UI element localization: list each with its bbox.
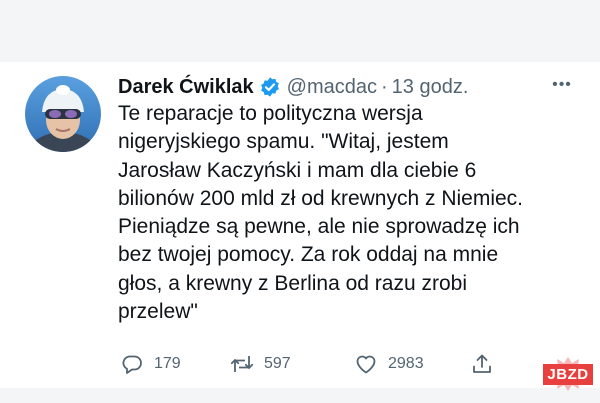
bottom-margin [0,388,600,403]
more-horizontal-icon: ••• [552,76,572,93]
verified-badge-icon [259,76,281,98]
share-button[interactable] [470,350,494,378]
retweet-button[interactable]: 597 [230,350,291,378]
like-button[interactable]: 2983 [354,350,424,378]
tweet-text-line: głos, a krewny z Berlina od razu zrobi [118,271,467,295]
tweet-timestamp[interactable]: 13 godz. [392,76,469,99]
author-handle[interactable]: @macdac [287,76,377,99]
tweet-text-line: Jarosław Kaczyński i mam dla ciebie 6 [118,158,477,182]
jbzd-watermark: JBZD [543,356,593,392]
tweet-actions: 179 597 2983 [118,350,498,378]
top-margin [0,0,600,62]
tweet-text-line: przelew" [118,300,198,324]
author-name[interactable]: Darek Ćwiklak [118,76,254,99]
header-separator: · [380,75,388,98]
retweet-icon [230,356,254,372]
watermark-label: JBZD [543,363,593,385]
retweet-count: 597 [264,355,291,372]
tweet-text-line: bilionów 200 mld zł od krewnych z Niemie… [118,186,523,210]
like-count: 2983 [388,355,424,372]
reply-button[interactable]: 179 [120,350,181,378]
tweet-text: Te reparacje to polityczna wersja nigery… [118,100,588,326]
tweet-header: Darek Ćwiklak @macdac · 13 godz. [118,72,468,102]
avatar[interactable] [25,76,101,152]
reply-icon [122,355,142,374]
more-options-button[interactable]: ••• [547,75,577,95]
heart-icon [356,355,376,374]
tweet-text-line: nigeryjskiego spamu. "Witaj, jestem [118,130,449,154]
share-icon [473,354,491,373]
tweet-card[interactable]: Darek Ćwiklak @macdac · 13 godz. ••• Te … [0,62,600,388]
tweet-text-line: Te reparacje to polityczna wersja [118,102,423,125]
reply-count: 179 [154,355,181,372]
tweet-text-line: Pieniądze są pewne, ale nie sprowadzę ic… [118,215,520,239]
tweet-text-line: bez twojej pomocy. Za rok oddaj na mnie [118,243,499,267]
